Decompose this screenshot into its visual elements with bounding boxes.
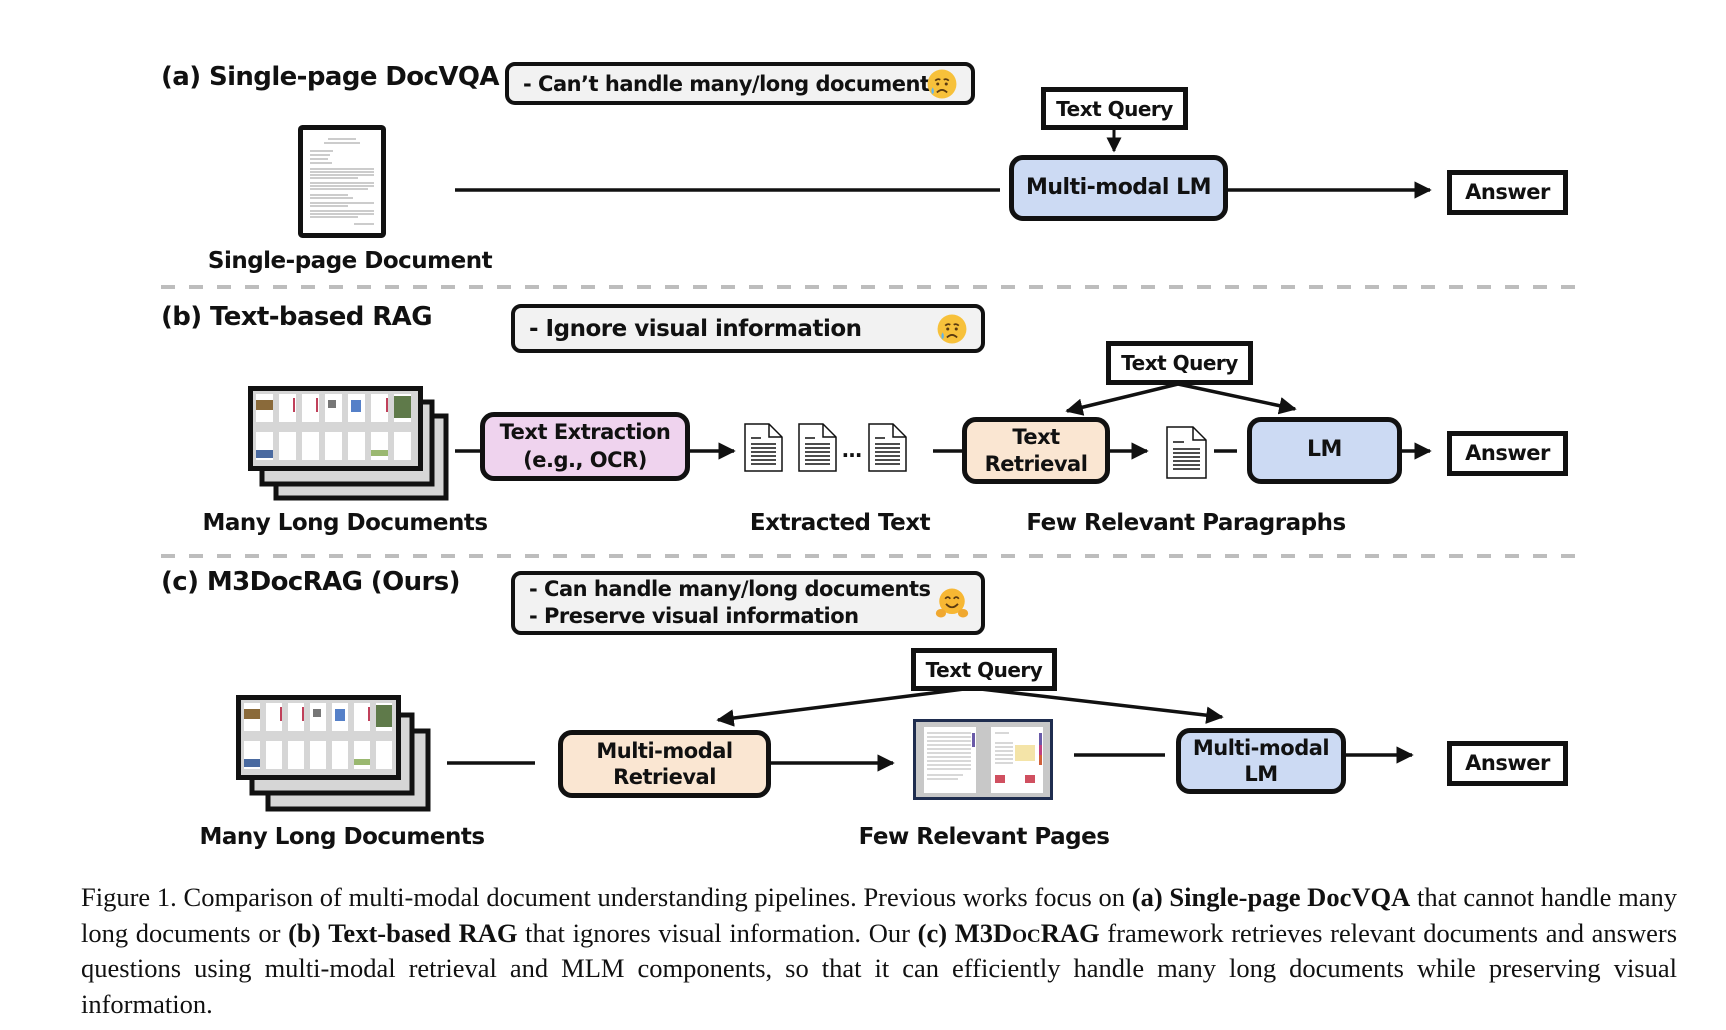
panel-b-answer-box: Answer (1447, 431, 1568, 476)
panel-a-text-query-box: Text Query (1041, 87, 1188, 130)
note-line: - Preserve visual information (529, 604, 859, 628)
extracted-text-document-icon (798, 423, 837, 472)
page-right (991, 727, 1043, 793)
single-page-document-thumbnail (298, 125, 386, 238)
panel-b-limitation-note: - Ignore visual information (511, 304, 985, 353)
panel-c-answer-box: Answer (1447, 741, 1568, 786)
panel-c-pages-label: Few Relevant Pages (858, 824, 1110, 850)
panel-b-text-retrieval-box: Text Retrieval (962, 417, 1110, 484)
panel-b-title: (b) Text-based RAG (161, 302, 433, 332)
box-line-2: (e.g., OCR) (523, 447, 647, 472)
panel-b-document-stack (248, 386, 449, 501)
box-line-1: Multi-modal (596, 738, 733, 763)
box-line-1: Multi-modal (1192, 735, 1330, 760)
panel-b-text-query-box: Text Query (1106, 341, 1253, 385)
caption-c-name-part2: RAG (1040, 917, 1100, 948)
note-line: - Ignore visual information (529, 315, 862, 342)
pipeline-comparison-figure: (a) Single-page DocVQA - Can’t handle ma… (0, 0, 1726, 1030)
box-line-2: Retrieval (984, 451, 1088, 476)
panel-b-input-label: Many Long Documents (202, 510, 488, 536)
document-sheet-front (248, 386, 423, 471)
panel-c-relevant-pages-thumbnail (913, 719, 1053, 800)
page-left (924, 727, 976, 793)
document-sheet-front (236, 695, 401, 780)
panel-a-title: (a) Single-page DocVQA (161, 62, 500, 92)
note-line: - Can handle many/long documents (529, 576, 931, 601)
panel-c-title: (c) M3DocRAG (Ours) (161, 567, 460, 597)
caption-c-name: M3DocRAG (955, 918, 1100, 948)
note-line: - Can’t handle many/long documents (523, 71, 942, 96)
sad-relieved-face-icon (927, 69, 957, 98)
caption-c-name-part1: M3D (954, 917, 1013, 948)
panel-a-limitation-note: - Can’t handle many/long documents (505, 62, 975, 105)
hugging-face-icon (935, 588, 969, 618)
relevant-paragraph-document-icon (1166, 426, 1207, 479)
caption-c-name-smallcaps: oc (1012, 917, 1041, 948)
panel-a-multimodal-lm-box: Multi-modal LM (1009, 155, 1228, 221)
panel-c-input-label: Many Long Documents (199, 824, 485, 850)
c-query-to-retrieval-arrow (716, 686, 973, 727)
caption-prefix: Figure 1. Comparison of multi-modal docu… (81, 882, 1132, 912)
panel-b-paragraphs-label: Few Relevant Paragraphs (1026, 510, 1346, 536)
box-line-2: LM (1244, 762, 1278, 786)
box-line-2: Retrieval (613, 765, 716, 789)
b-query-to-retrieval-arrow (1065, 382, 1179, 416)
caption-c-tag: (c) (917, 917, 948, 948)
panel-c-multimodal-lm-box: Multi-modal LM (1176, 728, 1346, 794)
panel-b-extracted-text-label: Extracted Text (749, 510, 931, 536)
b-query-to-lm-arrow (1177, 382, 1297, 415)
c-query-to-lm-arrow (971, 686, 1224, 724)
panel-c-document-stack (236, 695, 431, 812)
panel-a-input-label: Single-page Document (207, 248, 493, 274)
box-line-1: Text (1012, 425, 1060, 450)
caption-mid-2: that ignores visual information. Our (517, 917, 918, 948)
box-line-1: Text Extraction (499, 420, 671, 445)
panel-c-text-query-box: Text Query (911, 648, 1057, 691)
caption-a-name: Single-page DocVQA (1169, 882, 1411, 912)
panel-b-text-extraction-box: Text Extraction (e.g., OCR) (480, 412, 690, 481)
caption-b-name: Text-based RAG (328, 917, 518, 948)
ellipsis: … (842, 438, 862, 462)
sad-relieved-face-icon (937, 314, 967, 343)
extracted-text-document-icon (744, 423, 783, 472)
panel-a-answer-box: Answer (1447, 170, 1568, 215)
panel-b-lm-box: LM (1247, 417, 1402, 484)
caption-b-tag: (b) (288, 917, 321, 948)
panel-c-advantage-note: - Can handle many/long documents - Prese… (511, 571, 985, 635)
panel-c-multimodal-retrieval-box: Multi-modal Retrieval (558, 730, 771, 798)
caption-a-tag: (a) (1131, 882, 1163, 912)
extracted-text-document-icon (868, 423, 907, 472)
figure-caption: Figure 1. Comparison of multi-modal docu… (81, 880, 1677, 1022)
